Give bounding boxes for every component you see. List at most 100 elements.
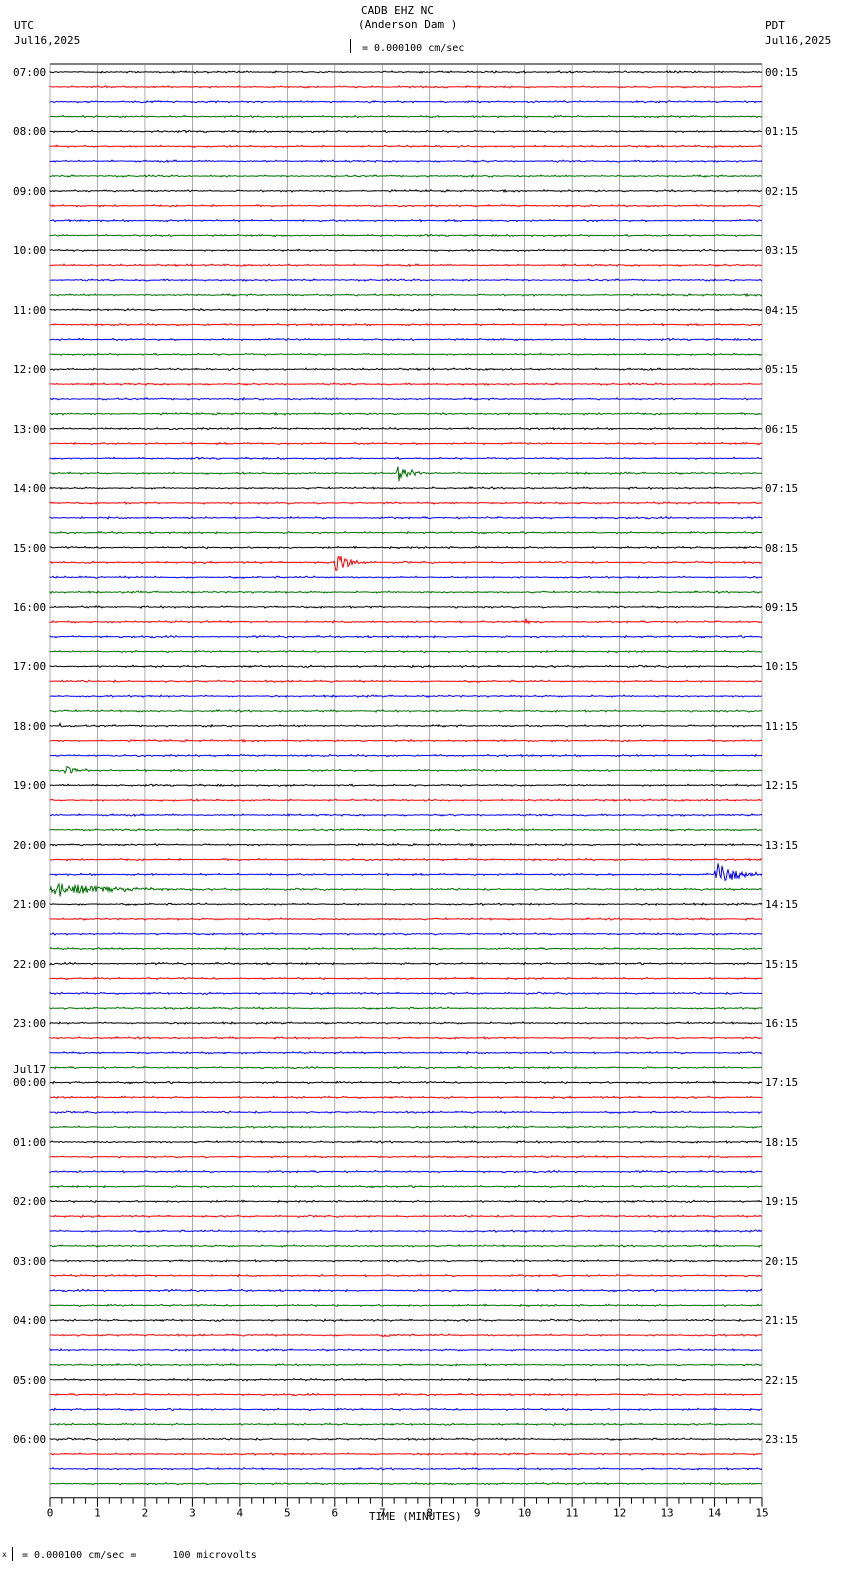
pdt-hour-label: 01:15 [765,125,799,139]
utc-hour-label: 16:00 [13,600,47,614]
trace-line [49,70,763,74]
trace-line [49,1333,763,1338]
trace-line [49,1481,763,1486]
trace-line [49,709,762,713]
trace-line [49,367,763,372]
pdt-hour-label: 07:15 [765,482,799,496]
trace-line [49,1214,763,1219]
trace-line [49,932,762,936]
trace-line [49,1021,763,1025]
trace-line [49,634,763,639]
trace-line [49,188,763,193]
trace-line [49,99,763,104]
x-tick-label: 5 [284,1507,291,1520]
pdt-hour-label: 20:15 [765,1254,799,1268]
date-change-label: Jul17 [13,1063,47,1077]
pdt-hour-label: 08:15 [765,541,799,555]
pdt-hour-label: 14:15 [765,898,799,912]
utc-hour-label: 19:00 [13,779,47,793]
trace-line [49,1006,763,1011]
trace-line [49,1318,763,1323]
trace-line [49,1125,763,1129]
trace-line [49,248,763,253]
utc-hour-label: 06:00 [13,1433,47,1447]
utc-hour-label: 03:00 [13,1254,47,1268]
trace-line [49,765,763,775]
utc-hour-label: 07:00 [13,66,47,79]
pdt-hour-label: 19:15 [765,1195,799,1209]
trace-line [49,694,763,699]
trace-line [49,1229,763,1233]
trace-line [49,882,763,897]
pdt-hour-label: 11:15 [765,719,799,733]
trace-line [49,263,763,268]
trace-line [49,917,763,921]
x-tick-label: 6 [331,1507,338,1520]
x-tick-label: 10 [518,1507,531,1520]
utc-hour-label: 12:00 [13,363,47,377]
trace-line [49,649,763,654]
pdt-hour-label: 09:15 [765,600,799,614]
utc-hour-label: 20:00 [13,838,47,852]
trace-line [49,352,762,357]
x-tick-label: 3 [189,1507,196,1520]
trace-line [49,545,763,550]
pdt-hour-label: 23:15 [765,1433,799,1447]
trace-line [49,783,763,788]
utc-hour-label: 00:00 [13,1076,47,1090]
x-tick-label: 15 [755,1507,768,1520]
trace-line [49,411,763,416]
trace-line [49,1035,763,1040]
trace-line [49,1258,763,1263]
trace-line [49,486,763,491]
utc-hour-label: 22:00 [13,957,47,971]
utc-hour-label: 21:00 [13,898,47,912]
trace-line [49,722,763,728]
trace-line [49,798,763,802]
trace-line [49,1362,762,1367]
trace-line [49,159,763,164]
utc-hour-label: 14:00 [13,482,47,496]
trace-line [49,501,763,505]
trace-line [49,337,762,342]
x-tick-label: 1 [94,1507,101,1520]
trace-line [49,1199,763,1204]
trace-line [49,530,763,535]
trace-line [49,307,763,312]
trace-line [49,1437,762,1441]
utc-hour-label: 23:00 [13,1017,47,1031]
trace-line [49,1451,763,1456]
trace-line [49,292,763,298]
trace-line [49,1377,763,1382]
trace-line [49,555,763,572]
pdt-hour-label: 21:15 [765,1314,799,1328]
utc-hour-label: 10:00 [13,244,47,258]
utc-hour-label: 01:00 [13,1135,47,1149]
trace-line [49,173,763,179]
trace-line [49,991,763,996]
pdt-hour-label: 10:15 [765,660,799,674]
trace-line [49,1139,763,1144]
utc-hour-label: 02:00 [13,1195,47,1209]
trace-line [49,233,763,238]
x-tick-label: 14 [708,1507,722,1520]
trace-line [50,1095,763,1100]
seismogram-plot: 0 1 2 3 4 5 6 7 8 9 10 11 12 13 14 15 [47,63,769,1520]
trace-line [49,1169,762,1174]
utc-hour-label: 11:00 [13,303,47,317]
trace-line [49,1303,763,1308]
footer-scale-text: = 0.000100 cm/sec = 100 microvolts [22,1550,257,1561]
x-tick-label: 0 [47,1507,54,1520]
pdt-hour-label: 02:15 [765,184,799,198]
trace-line [49,961,763,966]
trace-line [50,753,763,758]
trace-line [49,1422,763,1427]
utc-hour-label: 05:00 [13,1373,47,1387]
trace-line [49,976,763,981]
utc-hour-label: 08:00 [13,125,47,139]
utc-hour-label: 18:00 [13,719,47,733]
pdt-hour-label: 13:15 [765,838,799,852]
x-axis-label: TIME (MINUTES) [369,1510,462,1523]
x-tick-label: 9 [474,1507,481,1520]
trace-line [49,144,763,149]
